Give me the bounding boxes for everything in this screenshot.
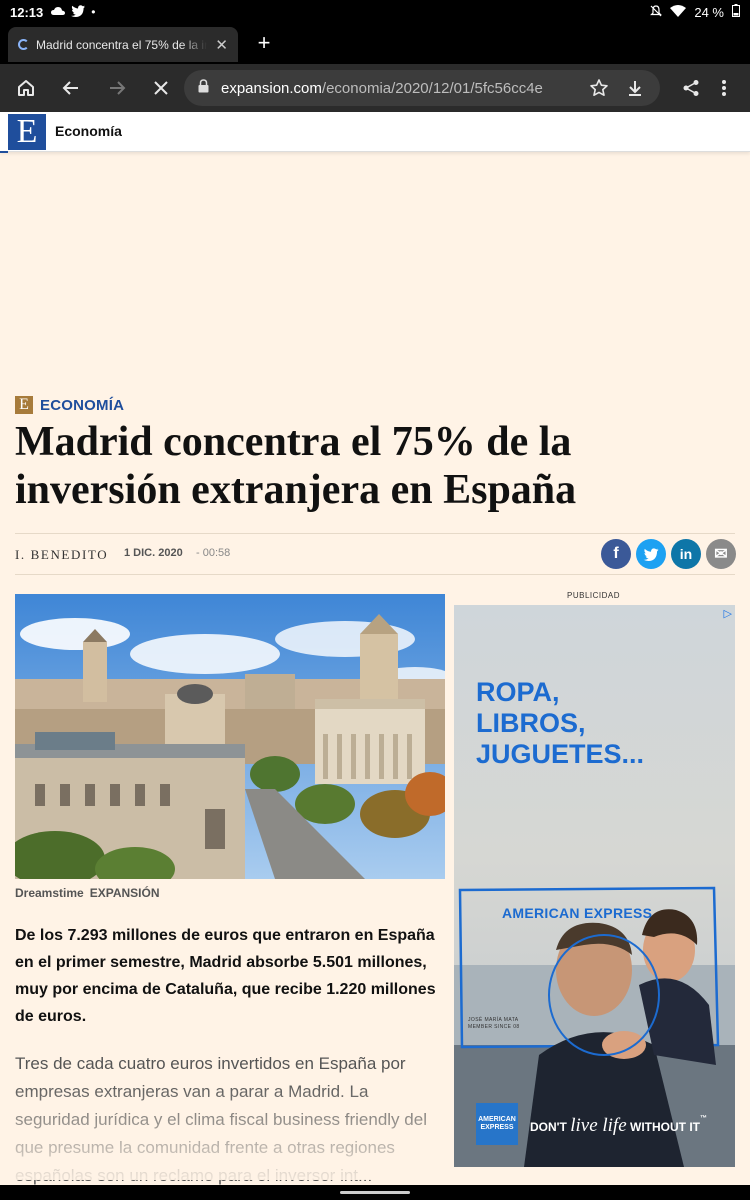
menu-button[interactable] [710, 74, 738, 102]
site-logo[interactable]: E [8, 114, 46, 150]
tab-strip: Madrid concentra el 75% de la inversión … [0, 24, 750, 64]
share-email-icon[interactable]: ✉ [706, 539, 736, 569]
browser-toolbar: expansion.com/economia/2020/12/01/5fc56c… [0, 64, 750, 112]
forward-button[interactable] [103, 74, 131, 102]
notification-dot: • [91, 5, 96, 19]
publish-date: 1 DIC. 2020 [124, 547, 183, 559]
url-text[interactable]: expansion.com/economia/2020/12/01/5fc56c… [221, 80, 574, 97]
url-path: /economia/2020/12/01/5fc56cc4e [321, 79, 543, 97]
publish-time: - 00:58 [196, 547, 231, 559]
ad-headline-line-2: LIBROS, [476, 708, 586, 738]
ad-tagline: DON'T live life WITHOUT IT™ [530, 1115, 707, 1137]
header-accent [0, 151, 8, 153]
image-caption: Dreamstime EXPANSIÓN [15, 886, 160, 900]
article-lead: De los 7.293 millones de euros que entra… [15, 927, 436, 1025]
caption-source: Dreamstime [15, 886, 84, 900]
bookmark-star-icon[interactable] [588, 78, 610, 98]
browser-tab[interactable]: Madrid concentra el 75% de la inversión … [8, 27, 238, 62]
tagline-tm: ™ [699, 1115, 707, 1122]
back-arrow-icon [62, 81, 78, 95]
download-icon[interactable] [624, 79, 646, 97]
cloud-icon [51, 5, 66, 19]
ad-choices-icon[interactable]: ▷ [724, 607, 732, 620]
tagline-pre: DON'T [530, 1120, 567, 1134]
site-section-title[interactable]: Economía [55, 123, 122, 139]
madrid-cityscape-image [15, 594, 445, 879]
screen: 12:13 • 24 % Madrid concentra el 75% de … [0, 0, 750, 1200]
ad-headline: ROPA, LIBROS, JUGUETES... [476, 677, 644, 770]
share-icon [683, 80, 699, 96]
ad-headline-line-1: ROPA, [476, 677, 560, 707]
close-tab-icon[interactable]: ✕ [215, 36, 228, 54]
status-bar: 12:13 • 24 % [0, 0, 750, 24]
close-icon [154, 81, 168, 95]
tagline-post: WITHOUT IT [630, 1120, 700, 1134]
kicker-text: ECONOMÍA [40, 396, 125, 414]
tab-title: Madrid concentra el 75% de la inversión … [36, 37, 207, 52]
paywall-fade [0, 1080, 450, 1180]
caption-agency: EXPANSIÓN [89, 886, 160, 900]
ad-label: PUBLICIDAD [567, 591, 621, 600]
mute-icon [650, 4, 663, 20]
article-headline: Madrid concentra el 75% de la inversión … [15, 419, 577, 513]
status-time: 12:13 [10, 4, 44, 20]
share-twitter-icon[interactable] [636, 539, 666, 569]
article-kicker[interactable]: E ECONOMÍA [15, 396, 124, 414]
ad-headline-line-3: JUGUETES... [476, 739, 645, 769]
share-linkedin-icon[interactable]: in [671, 539, 701, 569]
home-icon [18, 80, 34, 96]
article-byline: I. BENEDITO 1 DIC. 2020 - 00:58 f in ✉ [15, 533, 736, 575]
home-button[interactable] [12, 74, 40, 102]
share-button[interactable] [677, 74, 705, 102]
home-gesture-handle[interactable] [340, 1191, 410, 1194]
address-bar[interactable]: expansion.com/economia/2020/12/01/5fc56c… [184, 70, 660, 106]
article-hero-image[interactable] [15, 594, 445, 879]
twitter-icon [71, 4, 86, 20]
battery-icon [732, 4, 740, 20]
amex-logo-line-2: EXPRESS [480, 1124, 514, 1131]
wifi-icon [670, 4, 687, 20]
ad-card-name-line-1: JOSÉ MARÍA MATA [468, 1017, 519, 1023]
ad-card-name-line-2: MEMBER SINCE 08 [468, 1024, 520, 1030]
url-domain: expansion.com [221, 79, 322, 97]
kicker-logo: E [15, 396, 33, 414]
navigation-bar [0, 1185, 750, 1200]
advertisement[interactable]: ▷ ROPA, LIBROS, JUGUETES... AMERICAN EXP… [454, 605, 735, 1167]
ad-brand: AMERICAN EXPRESS [502, 905, 653, 921]
battery-percent: 24 % [694, 4, 724, 20]
stop-loading-button[interactable] [147, 74, 175, 102]
loading-spinner-icon [18, 39, 29, 50]
more-vert-icon [722, 80, 726, 96]
tagline-script: live life [570, 1115, 627, 1136]
forward-arrow-icon [110, 81, 126, 95]
amex-logo-line-1: AMERICAN [478, 1116, 516, 1123]
site-header: E Economía [0, 112, 750, 153]
author-name[interactable]: I. BENEDITO [15, 547, 108, 563]
share-facebook-icon[interactable]: f [601, 539, 631, 569]
new-tab-button[interactable]: + [252, 32, 276, 56]
amex-logo: AMERICAN EXPRESS [476, 1103, 518, 1145]
back-button[interactable] [57, 74, 85, 102]
ad-card-name: JOSÉ MARÍA MATA MEMBER SINCE 08 [468, 1017, 520, 1031]
lock-icon [198, 78, 209, 98]
